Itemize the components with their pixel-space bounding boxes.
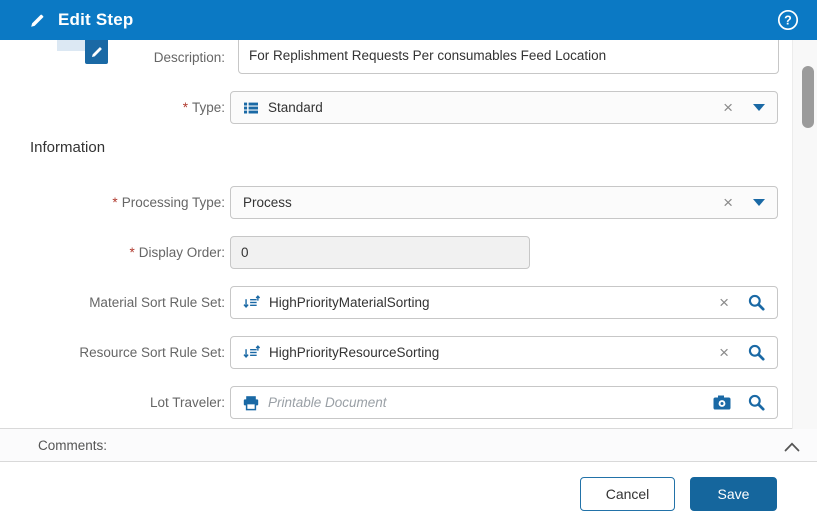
- save-button[interactable]: Save: [690, 477, 777, 511]
- resource-sort-rule-set-field[interactable]: HighPriorityResourceSorting ×: [230, 336, 778, 369]
- list-icon: [244, 102, 258, 113]
- scrollbar-track[interactable]: [792, 40, 817, 429]
- svg-text:?: ?: [784, 13, 792, 27]
- magnifier-icon: [748, 344, 765, 361]
- description-input[interactable]: [238, 36, 779, 74]
- lot-traveler-placeholder: Printable Document: [268, 395, 387, 410]
- help-icon: ?: [777, 9, 799, 31]
- collapse-button[interactable]: [782, 438, 802, 457]
- processing-type-label: * Processing Type:: [112, 195, 225, 210]
- search-button[interactable]: [748, 294, 765, 311]
- magnifier-icon: [748, 394, 765, 411]
- capture-button[interactable]: [713, 395, 731, 410]
- type-label: * Type:: [182, 100, 225, 115]
- required-asterisk: *: [129, 245, 135, 260]
- x-clear-icon[interactable]: ×: [721, 194, 735, 211]
- dialog-header: Edit Step ?: [0, 0, 817, 40]
- search-button[interactable]: [748, 344, 765, 361]
- cancel-button[interactable]: Cancel: [580, 477, 675, 511]
- resource-sort-rule-set-value: HighPriorityResourceSorting: [269, 345, 440, 360]
- display-order-input[interactable]: [230, 236, 530, 269]
- sort-arrows-icon: [243, 295, 260, 308]
- lot-traveler-label: Lot Traveler:: [149, 395, 225, 410]
- camera-icon: [713, 395, 731, 410]
- material-sort-rule-set-label: Material Sort Rule Set:: [89, 295, 225, 310]
- required-asterisk: *: [112, 195, 118, 210]
- scrollbar-thumb[interactable]: [802, 66, 814, 128]
- information-section-heading: Information: [30, 139, 106, 156]
- dialog-title: Edit Step: [58, 10, 134, 29]
- comments-label: Comments:: [38, 437, 108, 453]
- description-label: Description:: [153, 50, 225, 65]
- material-sort-rule-set-field[interactable]: HighPriorityMaterialSorting ×: [230, 286, 778, 319]
- material-sort-rule-set-value: HighPriorityMaterialSorting: [269, 295, 430, 310]
- chevron-up-icon: [784, 442, 800, 452]
- resource-sort-rule-set-label: Resource Sort Rule Set:: [79, 345, 225, 360]
- sort-arrows-icon: [243, 345, 260, 358]
- x-clear-icon[interactable]: ×: [717, 344, 731, 361]
- x-clear-icon[interactable]: ×: [721, 99, 735, 116]
- required-asterisk: *: [182, 100, 188, 115]
- caret-down-icon[interactable]: [753, 199, 765, 206]
- processing-type-value: Process: [243, 195, 292, 210]
- help-button[interactable]: ?: [777, 9, 799, 31]
- comments-section-header[interactable]: Comments:: [0, 428, 817, 462]
- lot-traveler-field[interactable]: Printable Document: [230, 386, 778, 419]
- pencil-icon: [31, 14, 44, 27]
- display-order-label: * Display Order:: [129, 245, 225, 260]
- processing-type-combobox[interactable]: Process ×: [230, 186, 778, 219]
- caret-down-icon[interactable]: [753, 104, 765, 111]
- x-clear-icon[interactable]: ×: [717, 294, 731, 311]
- printer-icon: [243, 395, 259, 410]
- dialog-footer: Cancel Save: [0, 462, 817, 517]
- search-button[interactable]: [748, 394, 765, 411]
- type-value: Standard: [268, 100, 323, 115]
- type-combobox[interactable]: Standard ×: [230, 91, 778, 124]
- magnifier-icon: [748, 294, 765, 311]
